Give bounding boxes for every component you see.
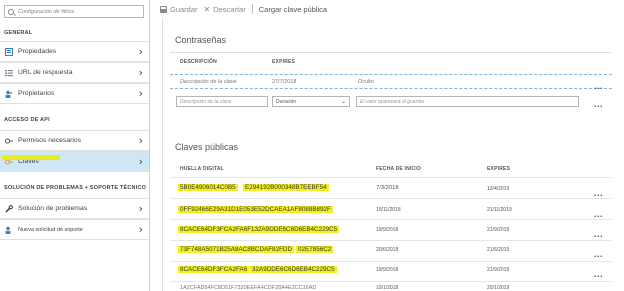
key-row-more-button[interactable]: ... xyxy=(594,189,603,198)
divider xyxy=(170,261,612,262)
highlight-mark xyxy=(2,155,60,160)
key-expires-date: 20/1/2019 xyxy=(487,285,510,291)
new-key-duration-select[interactable]: Duración ⌄ xyxy=(272,96,350,107)
search-placeholder: Configuración de filtros xyxy=(18,8,75,15)
divider xyxy=(170,219,612,220)
new-key-more-button[interactable]: ... xyxy=(594,100,603,109)
sidebar-item-troubleshoot[interactable]: Solución de problemas › xyxy=(0,198,149,219)
divider xyxy=(170,198,612,199)
sidebar-item-required-permissions[interactable]: Permisos necesarios › xyxy=(0,130,149,151)
password-expires: 27/7/2018 xyxy=(272,79,297,85)
password-row-more-button[interactable]: ... xyxy=(594,82,603,91)
upload-public-key-button[interactable]: Cargar clave pública xyxy=(259,5,327,14)
key-start-date: 19/9/2018 xyxy=(376,227,399,233)
owners-icon xyxy=(5,90,13,98)
sidebar-item-label: URL de respuesta xyxy=(18,69,73,76)
thumbprint-part: 1A2CFAD54FC8D51F7320EEFA4CDF28A4E2CC16AD xyxy=(180,285,317,291)
sidebar-item-new-support-request[interactable]: Nueva solicitud de soporte › xyxy=(0,219,149,240)
public-keys-title: Claves públicas xyxy=(175,142,239,152)
sidebar: Configuración de filtros GENERAL Propied… xyxy=(0,0,150,291)
list-icon xyxy=(5,69,13,76)
key-row-more-button[interactable]: ... xyxy=(594,230,603,239)
chevron-down-icon: ⌄ xyxy=(340,99,346,105)
toolbar: Guardar ✕ Descartar Cargar clave pública xyxy=(160,2,327,16)
sidebar-item-owners[interactable]: Propietarios › xyxy=(0,83,149,104)
passwords-col-description: DESCRIPCIÓN xyxy=(180,59,217,65)
save-label: Guardar xyxy=(170,4,198,14)
thumbprint-part: 8CACE64DF3FCA2FA6F132A9DDE6C6D6EB4C229C5 xyxy=(178,226,340,233)
key-start-date: 7/3/2018 xyxy=(376,185,399,191)
close-icon: ✕ xyxy=(203,4,211,14)
upload-label: Cargar clave pública xyxy=(258,4,328,14)
divider xyxy=(170,281,612,282)
public-keys-col-start: FECHA DE INICIO xyxy=(376,166,422,172)
key-icon xyxy=(5,138,13,143)
toolbar-separator xyxy=(251,4,253,14)
key-expires-date: 21/9/2019 xyxy=(487,227,510,233)
chevron-right-icon: › xyxy=(138,202,143,215)
sidebar-item-label: Propietarios xyxy=(18,90,55,97)
thumbprint-part: 02E7856C2 xyxy=(296,246,334,253)
key-row-more-button[interactable]: ... xyxy=(594,210,603,219)
sidebar-item-properties[interactable]: Propiedades › xyxy=(0,41,149,62)
key-expires-date: 21/11/2019 xyxy=(487,207,512,213)
passwords-title: Contraseñas xyxy=(175,35,227,45)
section-support-header: SOLUCIÓN DE PROBLEMAS + SOPORTE TÉCNICO xyxy=(4,185,147,191)
section-api-header: ACCESO DE API xyxy=(4,117,50,123)
discard-label: Descartar xyxy=(213,4,246,14)
key-expires-date: 13/4/2019 xyxy=(487,186,510,192)
properties-icon xyxy=(5,47,13,56)
chevron-right-icon: › xyxy=(138,223,143,236)
password-value: Oculto xyxy=(358,79,374,85)
thumbprint-part: 73F748A5071B25A8AC8BCDAF82FDD xyxy=(178,246,295,253)
public-keys-col-thumbprint: HUELLA DIGITAL xyxy=(180,166,224,172)
password-description: Descripción de la clave xyxy=(180,79,237,85)
thumbprint-part: 5B0E4906014C0B5 xyxy=(178,184,238,191)
chevron-right-icon: › xyxy=(138,66,143,79)
key-row-more-button[interactable]: ... xyxy=(594,286,603,291)
search-icon xyxy=(8,8,14,15)
key-expires-date: 21/9/2019 xyxy=(487,267,510,273)
divider xyxy=(170,52,612,53)
support-icon xyxy=(5,226,11,234)
divider xyxy=(162,18,163,291)
key-row-more-button[interactable]: ... xyxy=(594,250,603,259)
key-start-date: 20/6/2018 xyxy=(376,247,399,253)
thumbprint-part: 32A9DDE6C6D6EB4C229C5 xyxy=(250,266,337,273)
save-button[interactable]: Guardar xyxy=(160,5,198,14)
section-general-header: GENERAL xyxy=(4,30,33,36)
sidebar-item-label: Permisos necesarios xyxy=(18,137,82,144)
key-start-date: 19/11/2018 xyxy=(376,207,401,213)
key-expires-date: 21/6/2019 xyxy=(487,247,510,253)
chevron-right-icon: › xyxy=(138,134,143,147)
new-key-description-input[interactable]: Descripción de la clave xyxy=(176,96,268,107)
sidebar-item-reply-urls[interactable]: URL de respuesta › xyxy=(0,62,149,83)
new-key-value-field: El valor aparecerá al guardar xyxy=(356,96,579,107)
duration-value: Duración xyxy=(276,98,297,105)
key-start-date: 19/1/2018 xyxy=(376,285,399,291)
thumbprint-part: 0FF92466E29A31D1E053E52DCAEA1AF8088B892F xyxy=(178,206,333,213)
sidebar-item-label: Propiedades xyxy=(18,48,57,55)
thumbprint-part: E294192B000348B7EEBF54 xyxy=(243,184,329,191)
key-start-date: 19/9/2018 xyxy=(376,267,399,273)
key-row-more-button[interactable]: ... xyxy=(594,270,603,279)
discard-button[interactable]: ✕ Descartar xyxy=(204,5,246,14)
divider xyxy=(170,177,612,178)
search-input[interactable]: Configuración de filtros xyxy=(4,5,144,18)
sidebar-item-label: Nueva solicitud de soporte xyxy=(18,226,83,233)
divider xyxy=(170,240,612,241)
chevron-right-icon: › xyxy=(138,45,143,58)
chevron-right-icon: › xyxy=(138,155,143,168)
wrench-icon xyxy=(5,204,13,212)
public-keys-col-expires: EXPIRES xyxy=(487,166,511,172)
sidebar-item-label: Solución de problemas xyxy=(18,205,88,212)
thumbprint-part: 8CACE64DF3FCA2FA6 xyxy=(178,266,250,273)
passwords-col-expires: EXPIRES xyxy=(272,59,296,65)
save-icon xyxy=(160,5,167,13)
chevron-right-icon: › xyxy=(138,87,143,100)
